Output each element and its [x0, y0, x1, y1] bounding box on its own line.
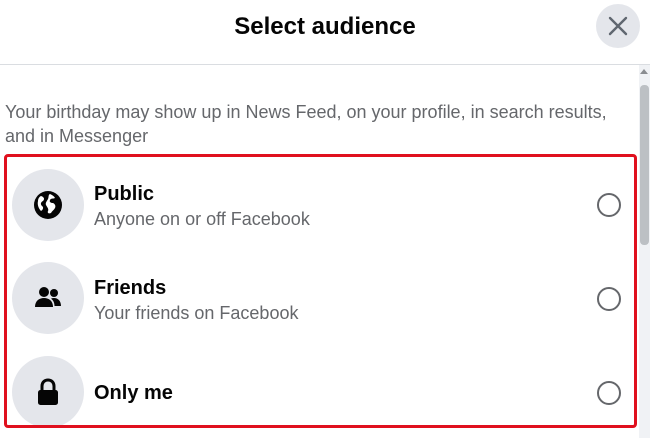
option-public-radio[interactable]	[597, 193, 621, 217]
option-friends[interactable]: Friends Your friends on Facebook	[7, 251, 634, 345]
option-friends-label: Friends	[94, 277, 167, 299]
scroll-up-arrow-icon[interactable]	[640, 69, 648, 74]
option-public[interactable]: Public Anyone on or off Facebook	[7, 157, 634, 251]
option-friends-icon-circle	[12, 262, 84, 334]
option-only-me-icon-circle	[12, 356, 84, 425]
option-friends-radio[interactable]	[597, 287, 621, 311]
dialog-title: Select audience	[234, 13, 416, 40]
option-only-me[interactable]: Only me	[7, 345, 634, 425]
scrollbar[interactable]	[639, 65, 650, 438]
scrollbar-thumb[interactable]	[640, 85, 649, 245]
select-audience-dialog: Select audience Your birthday may show u…	[0, 0, 650, 438]
option-public-label: Public	[94, 183, 155, 205]
option-friends-sublabel: Your friends on Facebook	[94, 303, 299, 323]
close-icon	[608, 16, 628, 36]
option-only-me-radio[interactable]	[597, 381, 621, 405]
audience-options-list: Public Anyone on or off Facebook Friends…	[4, 154, 637, 428]
lock-icon	[38, 378, 58, 405]
option-public-icon-circle	[12, 169, 84, 241]
audience-description: Your birthday may show up in News Feed, …	[5, 102, 607, 146]
globe-icon	[34, 191, 62, 219]
close-button[interactable]	[596, 4, 640, 48]
option-public-sublabel: Anyone on or off Facebook	[94, 209, 310, 229]
option-only-me-label: Only me	[94, 382, 173, 404]
dialog-header: Select audience	[0, 0, 650, 65]
friends-icon	[35, 287, 61, 307]
